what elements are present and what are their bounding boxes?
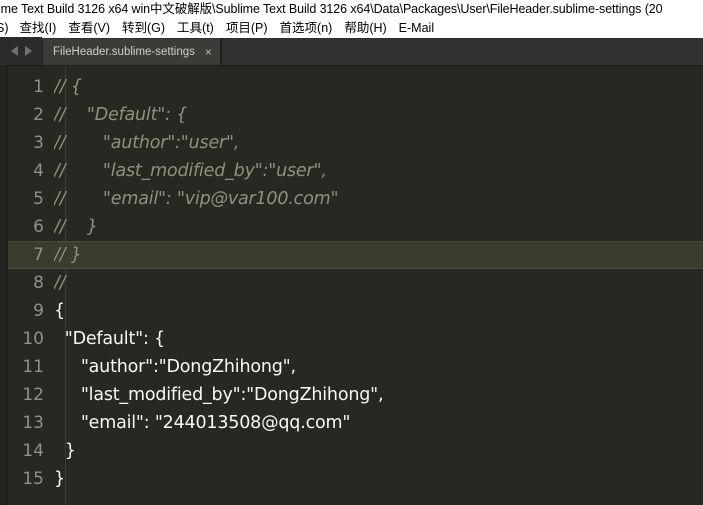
code-editor[interactable]: 1// {2// "Default": {3// "author":"user"… [0,66,703,505]
code-text: // "email": "vip@var100.com" [54,189,339,209]
tab-navigation-controls [0,37,42,65]
code-text: // "last_modified_by":"user", [54,161,327,181]
code-text: // } [54,217,98,237]
code-line[interactable]: 11 "author":"DongZhihong", [8,353,703,381]
menu-item-5[interactable]: 项目(P) [220,19,274,38]
code-line[interactable]: 14 } [8,437,703,465]
close-icon[interactable]: × [204,46,213,58]
menu-item-3[interactable]: 转到(G) [116,19,171,38]
code-text: // "Default": { [54,105,188,125]
line-number: 13 [22,413,44,433]
tab-label: FileHeader.sublime-settings [53,46,195,58]
menu-item-7[interactable]: 帮助(H) [338,19,392,38]
tab-bar: FileHeader.sublime-settings × [0,37,703,66]
menu-bar: S) 查找(I) 查看(V) 转到(G) 工具(t) 项目(P) 首选项(n) 帮助(H) E-… [0,19,703,38]
tab-bar-empty-space [220,39,703,65]
line-number: 9 [33,301,44,321]
line-number: 4 [33,161,44,181]
line-number: 6 [33,217,44,237]
code-line[interactable]: 6 // } [8,213,703,241]
line-number: 3 [33,133,44,153]
code-text: // } [54,245,82,265]
code-line[interactable]: 15} [8,465,703,493]
code-line[interactable]: 10 "Default": { [8,325,703,353]
code-line[interactable]: 8 // [8,269,703,297]
line-number: 12 [22,385,44,405]
code-text: "last_modified_by":"DongZhihong", [54,385,384,405]
code-text: } [54,441,76,461]
line-number: 5 [33,189,44,209]
line-number: 1 [33,77,44,97]
line-number: 2 [33,105,44,125]
code-line[interactable]: 3 // "author":"user", [8,129,703,157]
editor-left-edge [0,66,8,505]
editor-tab-fileheader[interactable]: FileHeader.sublime-settings × [42,39,221,65]
code-line[interactable]: 5 // "email": "vip@var100.com" [8,185,703,213]
code-line[interactable]: 4 // "last_modified_by":"user", [8,157,703,185]
menu-item-2[interactable]: 查看(V) [62,19,116,38]
code-line[interactable]: 2 // "Default": { [8,101,703,129]
line-number: 11 [22,357,44,377]
title-bar: ime Text Build 3126 x64 win中文破解版\Sublime… [0,0,703,19]
window-title: ime Text Build 3126 x64 win中文破解版\Sublime… [0,2,663,16]
menu-item-0[interactable]: S) [0,19,14,38]
code-line[interactable]: 7 // } [8,241,703,269]
code-line[interactable]: 13 "email": "244013508@qq.com" [8,409,703,437]
menu-item-6[interactable]: 首选项(n) [274,19,339,38]
menu-item-1[interactable]: 查找(I) [14,19,63,38]
arrow-left-icon[interactable] [10,46,18,56]
line-number: 15 [22,469,44,489]
arrow-right-icon[interactable] [24,46,32,56]
code-text: "author":"DongZhihong", [54,357,296,377]
line-number: 14 [22,441,44,461]
code-line[interactable]: 1 // { [8,73,703,101]
code-text: "Default": { [54,329,165,349]
line-number: 10 [22,329,44,349]
code-area[interactable]: 1// {2// "Default": {3// "author":"user"… [8,66,703,505]
code-text: } [54,469,65,489]
line-number: 7 [33,245,44,265]
code-text: // [54,273,66,293]
code-text: // "author":"user", [54,133,240,153]
line-number: 8 [33,273,44,293]
menu-item-4[interactable]: 工具(t) [171,19,220,38]
code-text: { [54,301,65,321]
code-text: "email": "244013508@qq.com" [54,413,351,433]
code-line[interactable]: 9{ [8,297,703,325]
code-text: // { [54,77,82,97]
menu-item-8[interactable]: E-Mail [393,19,440,38]
sublime-text-window: ime Text Build 3126 x64 win中文破解版\Sublime… [0,0,703,505]
code-line[interactable]: 12 "last_modified_by":"DongZhihong", [8,381,703,409]
